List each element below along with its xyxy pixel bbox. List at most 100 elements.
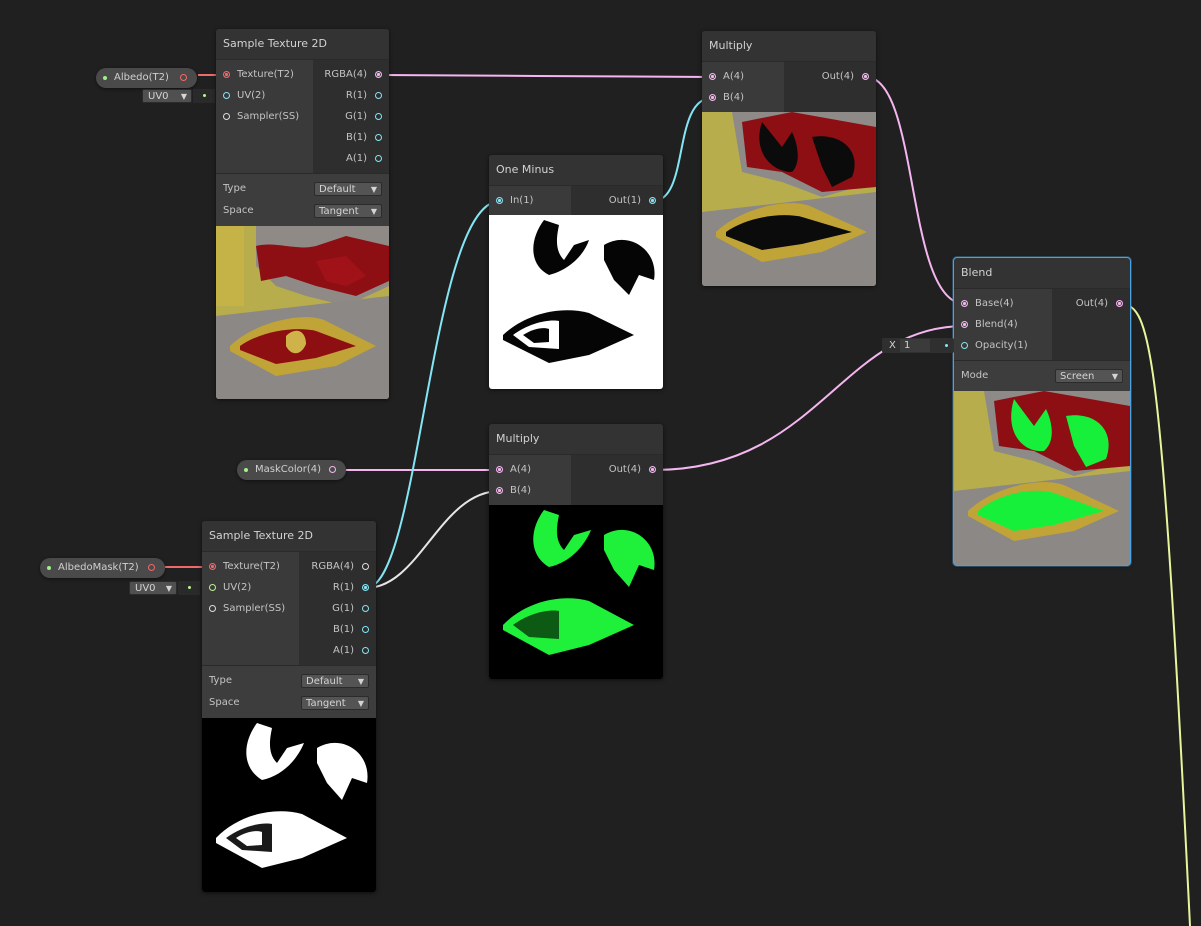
mode-dropdown[interactable]: Screen ▼ [1055, 369, 1123, 383]
node-title[interactable]: Multiply [489, 424, 663, 455]
node-title[interactable]: Blend [954, 258, 1130, 289]
type-setting: Type Default ▼ [202, 670, 376, 692]
output-port-r[interactable]: R(1) [313, 85, 389, 106]
input-port-a[interactable]: A(4) [489, 459, 571, 480]
type-dropdown[interactable]: Default ▼ [301, 674, 369, 688]
port-dot-icon[interactable] [362, 605, 369, 612]
port-dot-icon[interactable] [362, 563, 369, 570]
output-port-out[interactable]: Out(4) [1052, 293, 1130, 314]
uv-connector[interactable] [193, 89, 215, 103]
chevron-down-icon: ▼ [1111, 372, 1118, 381]
output-port-rgba[interactable]: RGBA(4) [299, 556, 376, 577]
input-port-texture[interactable]: Texture(T2) [216, 64, 313, 85]
port-dot-icon[interactable] [223, 113, 230, 120]
port-dot-icon[interactable] [961, 300, 968, 307]
port-dot-icon[interactable] [209, 605, 216, 612]
input-port-blend[interactable]: Blend(4) [954, 314, 1052, 335]
one-minus-node[interactable]: One Minus In(1) Out(1) [489, 155, 663, 389]
node-title[interactable]: Sample Texture 2D [202, 521, 376, 552]
opacity-value-input[interactable]: 1 [900, 339, 930, 352]
uv-channel-dropdown[interactable]: UV0 ▼ [142, 89, 192, 103]
space-dropdown[interactable]: Tangent ▼ [301, 696, 369, 710]
uv-channel-value: UV0 [135, 583, 156, 594]
output-port-out[interactable]: Out(4) [571, 459, 663, 480]
port-dot-icon[interactable] [961, 321, 968, 328]
input-port-opacity[interactable]: Opacity(1) [954, 335, 1052, 356]
port-dot-icon[interactable] [1116, 300, 1123, 307]
output-port-r[interactable]: R(1) [299, 577, 376, 598]
port-dot-icon[interactable] [362, 626, 369, 633]
port-label: B(1) [332, 624, 354, 635]
port-dot-icon[interactable] [375, 134, 382, 141]
port-dot-icon[interactable] [223, 92, 230, 99]
albedomask-property-node[interactable]: AlbedoMask(T2) [40, 558, 165, 578]
opacity-inline-field[interactable]: X 1 [882, 338, 954, 353]
blend-node[interactable]: Blend Base(4) Blend(4) Opacity(1) Out(4)… [953, 257, 1131, 566]
multiply-node-top[interactable]: Multiply A(4) B(4) Out(4) [702, 31, 876, 286]
port-dot-icon[interactable] [862, 73, 869, 80]
uv-connector[interactable] [178, 581, 200, 595]
output-port-b[interactable]: B(1) [299, 619, 376, 640]
port-dot-icon[interactable] [496, 487, 503, 494]
maskcolor-property-node[interactable]: MaskColor(4) [237, 460, 346, 480]
input-port-base[interactable]: Base(4) [954, 293, 1052, 314]
input-port-sampler[interactable]: Sampler(SS) [202, 598, 299, 619]
port-dot-icon[interactable] [375, 92, 382, 99]
output-port-g[interactable]: G(1) [313, 106, 389, 127]
output-port-out[interactable]: Out(1) [571, 190, 663, 211]
port-label: G(1) [332, 603, 354, 614]
port-dot-icon[interactable] [223, 71, 230, 78]
input-port-b[interactable]: B(4) [489, 480, 571, 501]
node-title[interactable]: Multiply [702, 31, 876, 62]
output-port-a[interactable]: A(1) [313, 148, 389, 169]
output-port-a[interactable]: A(1) [299, 640, 376, 661]
mode-setting: Mode Screen ▼ [954, 365, 1130, 387]
property-indicator-icon [47, 566, 51, 570]
port-dot-icon[interactable] [709, 94, 716, 101]
input-port-in[interactable]: In(1) [489, 190, 571, 211]
port-label: A(1) [345, 153, 367, 164]
port-dot-icon[interactable] [649, 466, 656, 473]
sample-texture-node-1[interactable]: Sample Texture 2D Texture(T2) UV(2) Samp… [216, 29, 389, 399]
output-port-b[interactable]: B(1) [313, 127, 389, 148]
input-port-texture[interactable]: Texture(T2) [202, 556, 299, 577]
port-dot-icon[interactable] [209, 563, 216, 570]
port-dot-icon[interactable] [375, 155, 382, 162]
input-port-uv[interactable]: UV(2) [202, 577, 299, 598]
sample-texture-node-2[interactable]: Sample Texture 2D Texture(T2) UV(2) Samp… [202, 521, 376, 892]
port-dot-icon[interactable] [649, 197, 656, 204]
port-dot-icon[interactable] [375, 113, 382, 120]
node-title[interactable]: One Minus [489, 155, 663, 186]
port-dot-icon[interactable] [496, 197, 503, 204]
uv-channel-dropdown[interactable]: UV0 ▼ [129, 581, 177, 595]
output-port-icon[interactable] [148, 564, 155, 571]
port-dot-icon[interactable] [496, 466, 503, 473]
input-port-uv[interactable]: UV(2) [216, 85, 313, 106]
port-dot-icon[interactable] [209, 584, 216, 591]
input-port-b[interactable]: B(4) [702, 87, 784, 108]
node-title[interactable]: Sample Texture 2D [216, 29, 389, 60]
port-dot-icon[interactable] [362, 647, 369, 654]
port-label: B(4) [723, 92, 745, 103]
space-dropdown[interactable]: Tangent ▼ [314, 204, 382, 218]
output-port-rgba[interactable]: RGBA(4) [313, 64, 389, 85]
type-dropdown[interactable]: Default ▼ [314, 182, 382, 196]
output-port-out[interactable]: Out(4) [784, 66, 876, 87]
port-label: In(1) [510, 195, 534, 206]
input-port-a[interactable]: A(4) [702, 66, 784, 87]
output-port-icon[interactable] [329, 466, 336, 473]
port-label: Out(4) [821, 71, 854, 82]
input-port-sampler[interactable]: Sampler(SS) [216, 106, 313, 127]
port-dot-icon[interactable] [375, 71, 382, 78]
albedo-property-node[interactable]: Albedo(T2) [96, 68, 197, 88]
maskcolor-property-label: MaskColor(4) [255, 464, 322, 475]
output-port-g[interactable]: G(1) [299, 598, 376, 619]
port-dot-icon[interactable] [709, 73, 716, 80]
port-dot-icon[interactable] [961, 342, 968, 349]
multiply-node-mid[interactable]: Multiply A(4) B(4) Out(4) [489, 424, 663, 679]
setting-label: Type [209, 675, 232, 686]
port-dot-icon[interactable] [362, 584, 369, 591]
dropdown-value: Tangent [306, 698, 346, 709]
output-port-icon[interactable] [180, 74, 187, 81]
mask-preview-image [202, 718, 376, 892]
